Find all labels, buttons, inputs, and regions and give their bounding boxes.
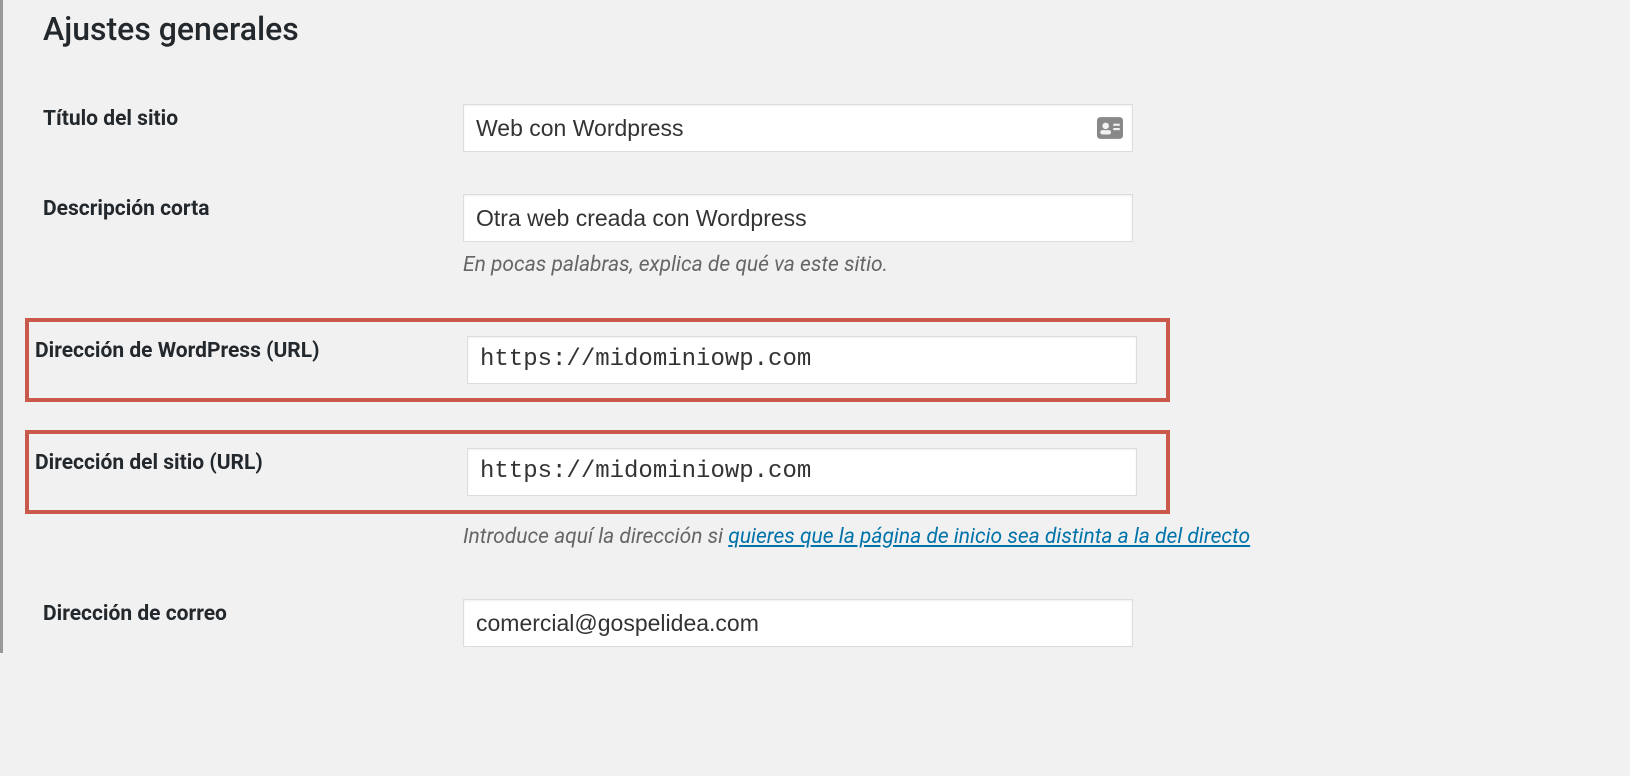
tagline-label: Descripción corta (43, 197, 209, 221)
row-email: Dirección de correo (43, 593, 1630, 653)
site-url-description-prefix: Introduce aquí la dirección si (463, 525, 728, 549)
row-site-title: Título del sitio (43, 98, 1630, 158)
page-title: Ajustes generales (43, 10, 1630, 48)
email-input[interactable] (463, 599, 1133, 647)
site-title-input[interactable] (463, 104, 1133, 152)
tagline-input[interactable] (463, 194, 1133, 242)
row-wp-url: Dirección de WordPress (URL) (25, 318, 1170, 402)
site-url-description: Introduce aquí la dirección si quieres q… (463, 522, 1630, 554)
contact-card-icon (1097, 117, 1123, 139)
wp-url-input[interactable] (467, 336, 1137, 384)
wp-url-label: Dirección de WordPress (URL) (35, 339, 319, 363)
email-label: Dirección de correo (43, 602, 227, 626)
site-url-input[interactable] (467, 448, 1137, 496)
site-url-label: Dirección del sitio (URL) (35, 451, 263, 475)
row-tagline: Descripción corta En pocas palabras, exp… (43, 188, 1630, 288)
site-title-label: Título del sitio (43, 107, 178, 131)
row-site-url: Dirección del sitio (URL) (25, 430, 1170, 514)
tagline-description: En pocas palabras, explica de qué va est… (463, 250, 1630, 282)
site-url-description-link[interactable]: quieres que la página de inicio sea dist… (728, 525, 1250, 549)
